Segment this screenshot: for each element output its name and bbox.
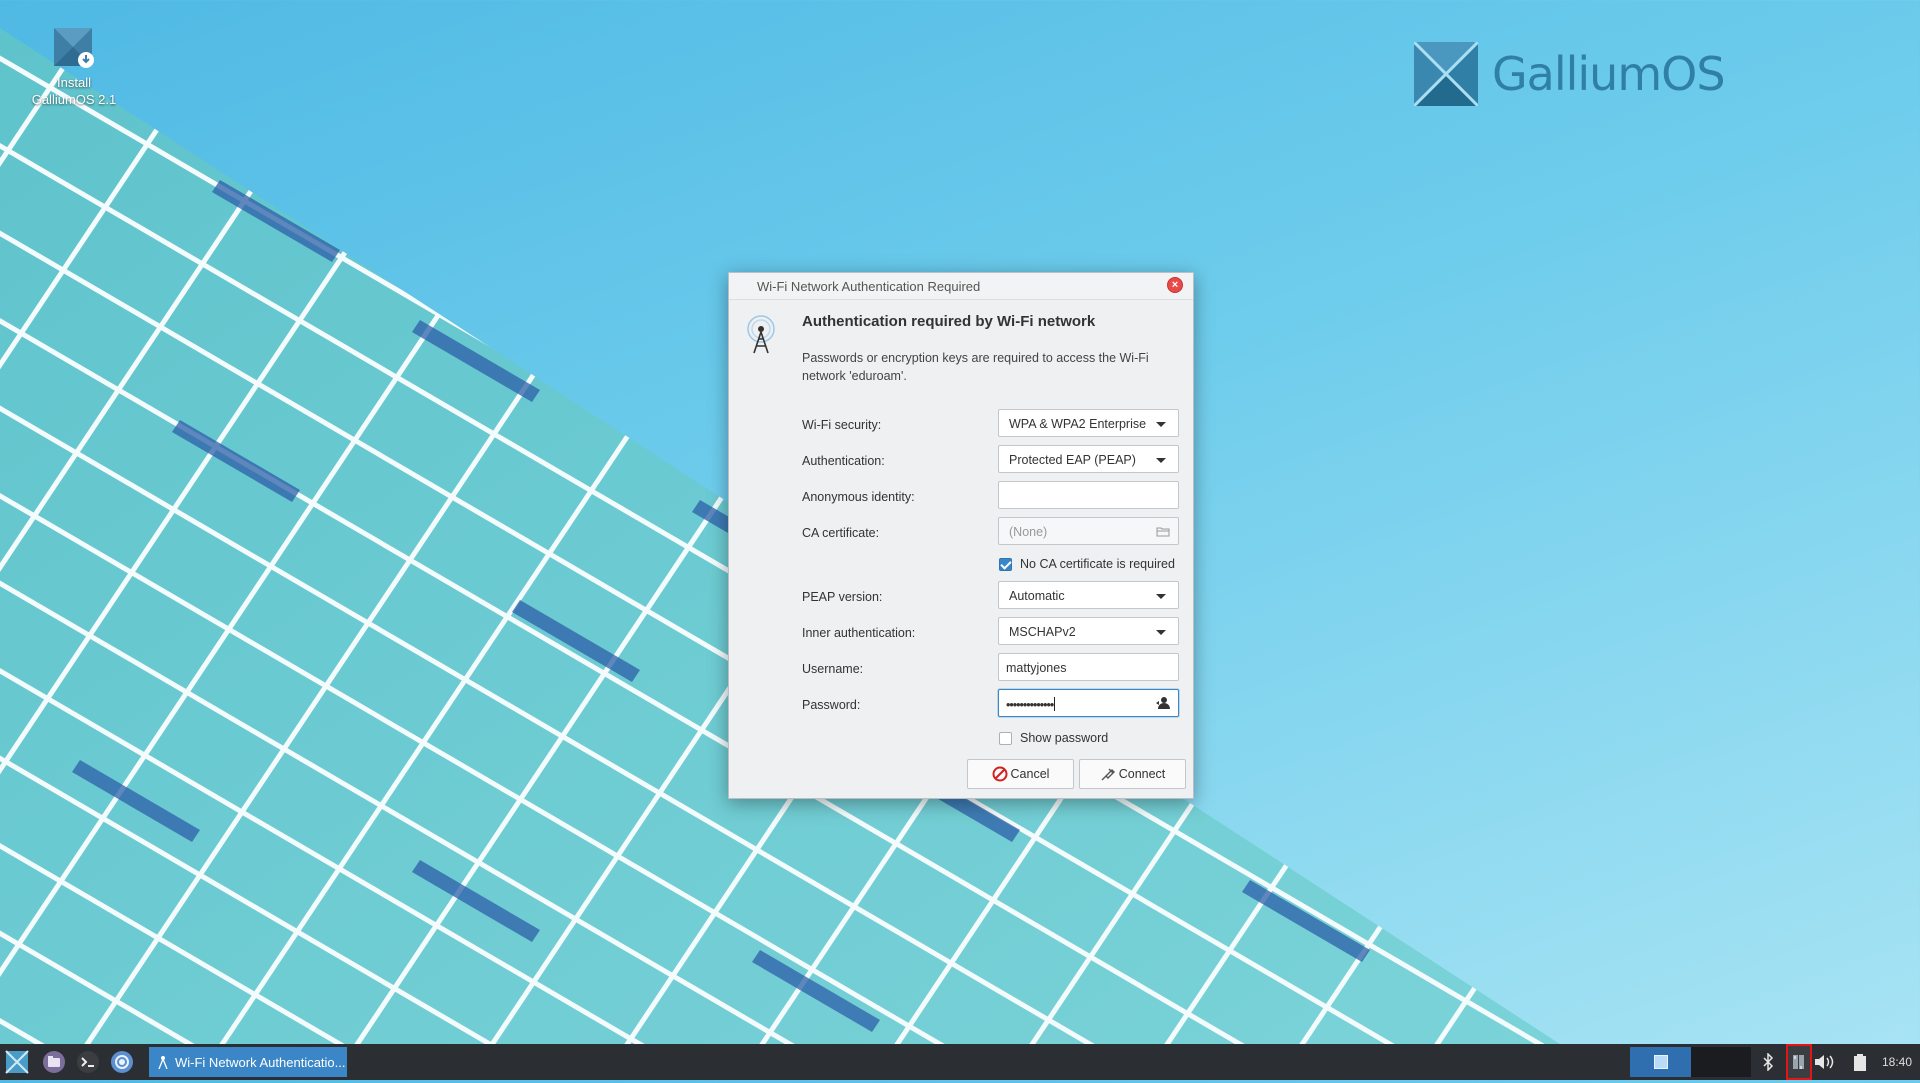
password-input[interactable]: •••••••••••••• xyxy=(998,689,1179,717)
authentication-select[interactable]: Protected EAP (PEAP) xyxy=(998,445,1179,473)
cancel-icon xyxy=(992,766,1008,782)
anonymous-identity-label: Anonymous identity: xyxy=(802,490,915,504)
plug-icon xyxy=(1101,768,1115,781)
checkbox-unchecked-icon xyxy=(999,731,1012,745)
dialog-title: Wi-Fi Network Authentication Required xyxy=(757,279,981,294)
wifi-tower-icon xyxy=(158,1056,168,1069)
password-storage-icon[interactable] xyxy=(1155,696,1171,710)
connect-label: Connect xyxy=(1118,767,1166,781)
ca-certificate-value: (None) xyxy=(1009,525,1048,539)
username-label: Username: xyxy=(802,662,864,676)
chevron-down-icon xyxy=(1156,630,1166,635)
chevron-down-icon xyxy=(1156,458,1166,463)
inner-authentication-value: MSCHAPv2 xyxy=(1009,625,1076,639)
galliumos-menu-icon[interactable] xyxy=(5,1050,29,1074)
inner-authentication-label: Inner authentication: xyxy=(802,626,916,640)
wallpaper-mullion xyxy=(1670,0,1920,1044)
taskbar-task-label: Wi-Fi Network Authenticatio... xyxy=(175,1054,346,1070)
inner-authentication-select[interactable]: MSCHAPv2 xyxy=(998,617,1179,645)
wallpaper-mullion xyxy=(1262,28,1560,1044)
wallpaper-mullion xyxy=(1700,0,1920,1044)
password-value: •••••••••••••• xyxy=(1006,698,1054,712)
wallpaper-mullion xyxy=(1805,0,1920,1044)
battery-icon[interactable] xyxy=(1852,1053,1868,1071)
anonymous-identity-input[interactable] xyxy=(998,481,1179,509)
peap-version-value: Automatic xyxy=(1009,589,1065,603)
workspace-2[interactable] xyxy=(1691,1047,1751,1077)
text-caret xyxy=(1054,697,1056,711)
ca-certificate-label: CA certificate: xyxy=(802,526,880,540)
ca-certificate-chooser[interactable]: (None) xyxy=(998,517,1179,545)
no-ca-required-checkbox[interactable]: No CA certificate is required xyxy=(999,557,1175,571)
cancel-label: Cancel xyxy=(1010,767,1050,781)
peap-version-label: PEAP version: xyxy=(802,590,883,604)
wifi-auth-dialog: Wi-Fi Network Authentication Required × … xyxy=(728,272,1194,799)
files-icon[interactable] xyxy=(42,1050,66,1074)
authentication-value: Protected EAP (PEAP) xyxy=(1009,453,1136,467)
folder-icon xyxy=(1156,527,1170,537)
install-galliumos-label: Install GalliumOS 2.1 xyxy=(31,75,117,107)
taskbar: Wi-Fi Network Authenticatio... 18:40 xyxy=(0,1044,1920,1080)
workspace-window-thumbnail xyxy=(1654,1055,1668,1069)
dialog-titlebar[interactable]: Wi-Fi Network Authentication Required × xyxy=(729,273,1193,300)
wifi-security-label: Wi-Fi security: xyxy=(802,418,882,432)
wifi-security-value: WPA & WPA2 Enterprise xyxy=(1009,417,1147,431)
checkbox-checked-icon xyxy=(999,557,1012,571)
username-value: mattyjones xyxy=(1006,661,1067,675)
close-icon[interactable]: × xyxy=(1167,277,1183,293)
wifi-tower-icon xyxy=(747,315,775,354)
terminal-icon[interactable] xyxy=(76,1050,100,1074)
taskbar-task-wifi-auth[interactable]: Wi-Fi Network Authenticatio... xyxy=(149,1047,347,1077)
peap-version-select[interactable]: Automatic xyxy=(998,581,1179,609)
show-password-label: Show password xyxy=(1020,731,1109,745)
cancel-button[interactable]: Cancel xyxy=(967,759,1074,789)
username-input[interactable]: mattyjones xyxy=(998,653,1179,681)
chevron-down-icon xyxy=(1156,422,1166,427)
desktop: Install GalliumOS 2.1 GalliumOS Wi-Fi Ne… xyxy=(0,0,1920,1044)
chromium-icon[interactable] xyxy=(110,1050,134,1074)
authentication-label: Authentication: xyxy=(802,454,885,468)
volume-icon[interactable] xyxy=(1813,1053,1835,1071)
dialog-description: Passwords or encryption keys are require… xyxy=(802,351,1149,383)
wifi-security-select[interactable]: WPA & WPA2 Enterprise xyxy=(998,409,1179,437)
network-tray-button[interactable] xyxy=(1786,1044,1812,1080)
wallpaper-mullion xyxy=(1548,28,1560,1044)
galliumos-logo-text: GalliumOS xyxy=(1492,47,1726,101)
chevron-down-icon xyxy=(1156,594,1166,599)
clock: 18:40 xyxy=(1882,1055,1913,1069)
password-label: Password: xyxy=(802,698,861,712)
network-icon xyxy=(1793,1055,1804,1069)
wallpaper-mullion xyxy=(1248,28,1560,1044)
connect-button[interactable]: Connect xyxy=(1079,759,1186,789)
galliumos-logo-mark xyxy=(1414,42,1478,106)
galliumos-logo: GalliumOS xyxy=(1414,42,1726,106)
dialog-heading: Authentication required by Wi-Fi network xyxy=(802,313,1096,330)
install-galliumos-icon[interactable]: Install GalliumOS 2.1 xyxy=(24,26,124,108)
bluetooth-icon[interactable] xyxy=(1762,1053,1774,1071)
wallpaper-mullion xyxy=(1850,0,1920,1044)
show-password-checkbox[interactable]: Show password xyxy=(999,731,1108,745)
workspace-1[interactable] xyxy=(1630,1047,1691,1077)
wallpaper-mullion xyxy=(1397,28,1560,1044)
no-ca-required-label: No CA certificate is required xyxy=(1020,557,1175,571)
wallpaper-mullion xyxy=(1532,28,1560,1044)
wallpaper-mullion xyxy=(1398,28,1560,1044)
installer-icon xyxy=(52,26,96,70)
